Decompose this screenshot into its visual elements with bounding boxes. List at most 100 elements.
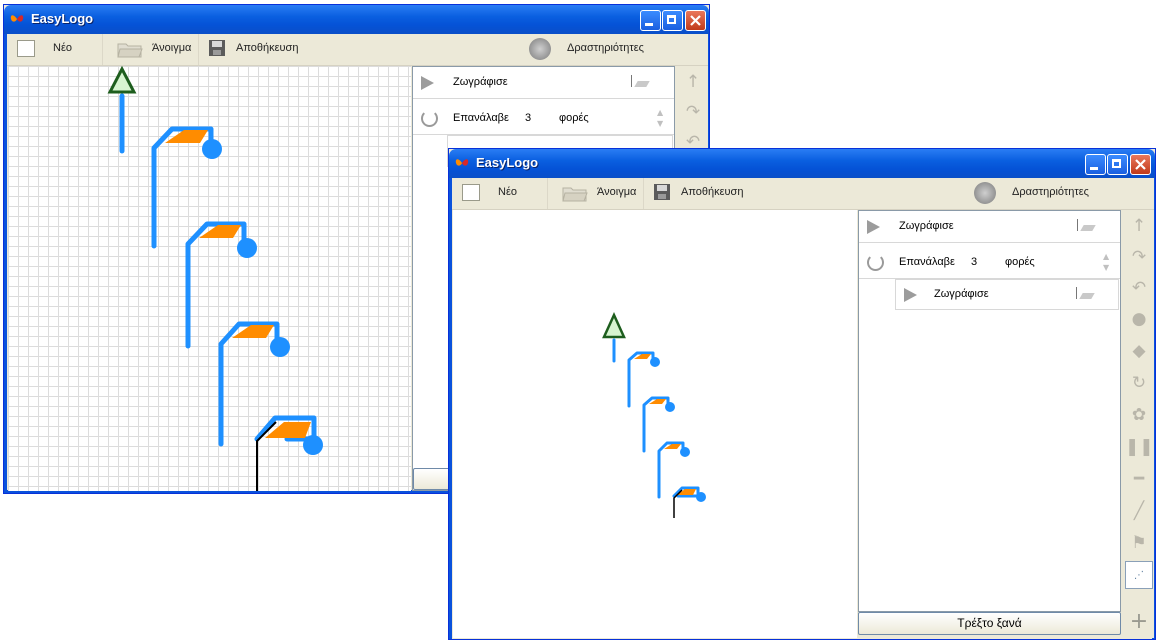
- save-button[interactable]: Αποθήκευση: [199, 34, 299, 65]
- flag-pole: [627, 351, 655, 408]
- minimize-icon: [1090, 167, 1098, 170]
- app-butterfly-icon: [455, 159, 469, 166]
- flag-dot: [665, 402, 675, 412]
- inner-draw-command-row[interactable]: Ζωγράφισε: [895, 279, 1119, 310]
- play-icon: [904, 288, 917, 302]
- pen-icon[interactable]: ╱: [1125, 497, 1153, 525]
- open-folder-icon: [117, 43, 143, 58]
- turtle-drawing: [107, 66, 323, 491]
- repeat-label: Επανάλαβε: [453, 112, 509, 124]
- flag-pole: [642, 396, 670, 453]
- activities-button[interactable]: Δραστηριότητες: [521, 34, 708, 65]
- dot-icon[interactable]: ●: [1125, 305, 1153, 333]
- toolbar: Νέο Άνοιγμα Αποθήκευση Δραστηριότητες: [452, 178, 1154, 210]
- pause-icon[interactable]: ❚❚: [1125, 433, 1154, 461]
- activities-button[interactable]: Δραστηριότητες: [966, 178, 1154, 209]
- repeat-icon: [421, 110, 438, 127]
- activities-label: Δραστηριότητες: [567, 42, 644, 54]
- save-disk-icon: [209, 40, 225, 56]
- maximize-button[interactable]: [662, 10, 683, 31]
- maximize-button[interactable]: [1107, 154, 1128, 175]
- close-button[interactable]: [1130, 154, 1151, 175]
- drawing-canvas[interactable]: [453, 210, 857, 638]
- times-label: φορές: [1005, 256, 1035, 268]
- flag-icon: [631, 75, 650, 87]
- flag-dot: [650, 357, 660, 367]
- draw-command-row[interactable]: Ζωγράφισε: [859, 211, 1120, 243]
- close-icon: [690, 15, 701, 26]
- maximize-icon: [1112, 159, 1121, 168]
- flag-dot: [696, 492, 706, 502]
- close-icon: [1135, 159, 1146, 170]
- open-label: Άνοιγμα: [152, 42, 192, 54]
- minimize-icon: [645, 23, 653, 26]
- play-icon: [421, 76, 434, 90]
- minimize-button[interactable]: [1085, 154, 1106, 175]
- flag-icon: [1077, 219, 1096, 231]
- undo-icon[interactable]: ↶: [1125, 274, 1153, 302]
- flag-icon[interactable]: ⚑: [1125, 529, 1153, 557]
- toolbar: Νέο Άνοιγμα Αποθήκευση Δραστηριότητες: [7, 34, 708, 66]
- flag-icon: [1076, 287, 1095, 299]
- new-file-icon: [17, 40, 35, 57]
- redo-icon[interactable]: ↷: [679, 98, 707, 126]
- up-arrow-icon[interactable]: ↑: [1125, 212, 1153, 240]
- repeat-icon: [867, 254, 884, 271]
- repeat-command-row[interactable]: Επανάλαβε 3 φορές ▲ ▼: [413, 103, 674, 135]
- activities-icon: [529, 38, 551, 60]
- repeat-count[interactable]: 3: [971, 256, 977, 268]
- dotted-icon[interactable]: ⋰: [1125, 561, 1153, 589]
- command-palette: ↑ ↷ ↶ ● ◆ ↻ ✿ ❚❚ ━ ╱ ⚑ ⋰ +: [1122, 210, 1154, 638]
- drawing-canvas[interactable]: [8, 66, 411, 491]
- close-button[interactable]: [685, 10, 706, 31]
- activities-icon: [974, 182, 996, 204]
- app-butterfly-icon: [10, 15, 24, 22]
- up-arrow-icon[interactable]: ↑: [679, 68, 707, 96]
- save-disk-icon: [654, 184, 670, 200]
- new-file-icon: [462, 184, 480, 201]
- turtle-icon: [107, 66, 137, 94]
- draw-label: Ζωγράφισε: [453, 76, 508, 88]
- new-label: Νέο: [498, 186, 517, 198]
- flag-dot: [202, 139, 222, 159]
- minimize-button[interactable]: [640, 10, 661, 31]
- window-title: EasyLogo: [476, 155, 539, 170]
- flag-dot: [237, 238, 257, 258]
- play-icon: [867, 220, 880, 234]
- turtle-drawing: [602, 311, 706, 518]
- easylogo-window-front: EasyLogo Νέο Άνοιγμα Αποθήκευση Δραστηρι…: [448, 148, 1156, 640]
- new-label: Νέο: [53, 42, 72, 54]
- maximize-icon: [667, 15, 676, 24]
- times-label: φορές: [559, 112, 589, 124]
- open-label: Άνοιγμα: [597, 186, 637, 198]
- flag-dot: [303, 435, 323, 455]
- title-bar[interactable]: EasyLogo: [4, 5, 709, 34]
- open-folder-icon: [562, 187, 588, 202]
- open-button[interactable]: Άνοιγμα: [103, 34, 199, 65]
- flag-dot: [680, 447, 690, 457]
- run-again-button[interactable]: Τρέξτο ξανά: [858, 612, 1121, 635]
- redo-icon[interactable]: ↷: [1125, 243, 1153, 271]
- add-icon[interactable]: +: [1125, 608, 1153, 636]
- inner-draw-label: Ζωγράφισε: [934, 288, 989, 300]
- repeat-count[interactable]: 3: [525, 112, 531, 124]
- save-label: Αποθήκευση: [681, 186, 744, 198]
- activities-label: Δραστηριότητες: [1012, 186, 1089, 198]
- new-button[interactable]: Νέο: [452, 178, 548, 209]
- fill-icon[interactable]: ◆: [1125, 337, 1153, 365]
- flag-dot: [270, 337, 290, 357]
- save-button[interactable]: Αποθήκευση: [644, 178, 744, 209]
- line-icon[interactable]: ━: [1125, 465, 1153, 493]
- open-button[interactable]: Άνοιγμα: [548, 178, 644, 209]
- spinner[interactable]: ▲ ▼: [657, 107, 663, 129]
- window-title: EasyLogo: [31, 11, 94, 26]
- repeat-command-row[interactable]: Επανάλαβε 3 φορές ▲ ▼: [859, 247, 1120, 279]
- new-button[interactable]: Νέο: [7, 34, 103, 65]
- spinner[interactable]: ▲ ▼: [1103, 251, 1109, 273]
- flower-icon[interactable]: ✿: [1125, 401, 1153, 429]
- repeat-label: Επανάλαβε: [899, 256, 955, 268]
- rotate-icon[interactable]: ↻: [1125, 369, 1153, 397]
- title-bar[interactable]: EasyLogo: [449, 149, 1155, 178]
- program-panel: Ζωγράφισε Επανάλαβε 3 φορές ▲ ▼ Ζωγράφισε: [858, 210, 1121, 612]
- draw-command-row[interactable]: Ζωγράφισε: [413, 67, 674, 99]
